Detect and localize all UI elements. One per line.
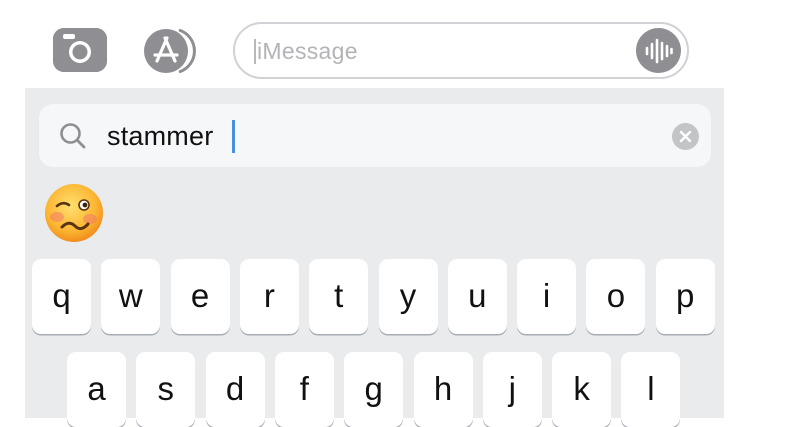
key-label: g [364, 369, 383, 407]
key-label: p [676, 276, 695, 314]
key-label: l [647, 369, 655, 407]
key-p[interactable]: p [655, 259, 715, 334]
key-label: a [87, 369, 106, 407]
key-r[interactable]: r [239, 259, 299, 334]
app-store-button[interactable] [143, 28, 203, 74]
key-label: j [508, 369, 516, 407]
message-input[interactable]: iMessage [233, 22, 689, 79]
key-label: q [52, 276, 71, 314]
key-h[interactable]: h [413, 352, 473, 427]
key-e[interactable]: e [170, 259, 230, 334]
key-label: o [606, 276, 626, 314]
key-label: e [190, 276, 210, 314]
emoji-keyboard-panel: stammer q w e r t y u i o p a s d f g h j k l [25, 88, 724, 427]
key-u[interactable]: u [447, 259, 507, 334]
emoji-search-query: stammer [107, 121, 214, 151]
app-store-icon [144, 28, 196, 74]
key-f[interactable]: f [274, 352, 334, 427]
key-l[interactable]: l [621, 352, 681, 427]
camera-icon [53, 28, 107, 72]
key-w[interactable]: w [101, 259, 161, 334]
key-label: u [468, 276, 487, 314]
key-q[interactable]: q [32, 259, 91, 334]
key-o[interactable]: o [586, 259, 646, 334]
key-label: k [573, 369, 590, 407]
key-label: r [263, 276, 275, 314]
emoji-result-woozy-face[interactable] [43, 182, 105, 244]
key-label: i [542, 276, 551, 314]
key-label: t [334, 276, 344, 314]
waveform-icon [645, 38, 673, 63]
emoji-search-field[interactable]: stammer [39, 104, 711, 167]
key-d[interactable]: d [205, 352, 265, 427]
key-label: w [118, 276, 143, 314]
key-label: y [399, 276, 417, 314]
message-placeholder: iMessage [257, 38, 358, 64]
key-label: h [433, 369, 453, 407]
key-k[interactable]: k [552, 352, 612, 427]
key-label: d [225, 369, 245, 407]
audio-message-button[interactable] [636, 28, 681, 73]
key-label: s [157, 369, 175, 407]
magnifying-glass-icon [60, 123, 86, 149]
woozy-face-icon [45, 184, 103, 242]
clear-x-icon [679, 130, 692, 143]
key-g[interactable]: g [344, 352, 404, 427]
key-t[interactable]: t [309, 259, 369, 334]
key-i[interactable]: i [517, 259, 577, 334]
key-y[interactable]: y [378, 259, 438, 334]
text-caret [254, 39, 256, 64]
key-s[interactable]: s [136, 352, 196, 427]
clear-search-button[interactable] [672, 123, 699, 150]
key-a[interactable]: a [67, 352, 126, 427]
search-caret [232, 120, 235, 153]
key-label: f [299, 369, 309, 407]
camera-button[interactable] [53, 28, 107, 72]
key-j[interactable]: j [482, 352, 542, 427]
